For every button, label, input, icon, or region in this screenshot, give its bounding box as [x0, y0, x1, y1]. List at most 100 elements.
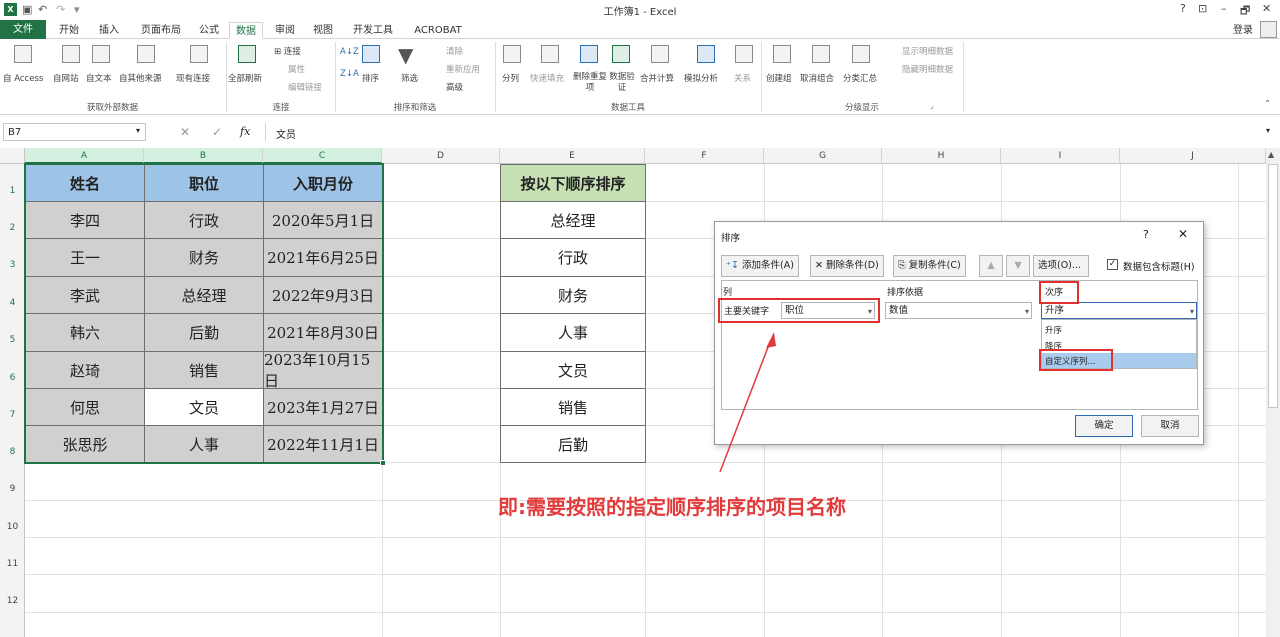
name-box[interactable]: B7 — [3, 123, 146, 141]
close-button[interactable]: ✕ — [1262, 2, 1271, 15]
table-cell[interactable]: 行政 — [144, 201, 264, 239]
row-header-3[interactable]: 3 — [0, 238, 25, 276]
copy-level-button[interactable]: ⎘ 复制条件(C) — [893, 255, 966, 277]
order-list-item[interactable]: 行政 — [500, 238, 646, 277]
tab-acrobat[interactable]: ACROBAT — [408, 22, 468, 39]
row-header-11[interactable]: 11 — [0, 537, 25, 574]
vertical-scrollbar[interactable]: ▲ — [1266, 148, 1280, 637]
order-list-item[interactable]: 销售 — [500, 388, 646, 426]
row-header-7[interactable]: 7 — [0, 388, 25, 425]
collapse-ribbon-icon[interactable]: ⌃ — [1264, 99, 1271, 109]
order-select[interactable]: 升序 ▾ — [1041, 302, 1197, 319]
hide-detail-button[interactable]: 隐藏明细数据 — [902, 63, 953, 75]
column-header-f[interactable]: F — [645, 148, 764, 164]
delete-level-button[interactable]: ✕ 删除条件(D) — [810, 255, 884, 277]
show-detail-button[interactable]: 显示明细数据 — [902, 45, 953, 57]
from-other-sources-button[interactable]: 自其他来源 — [119, 72, 162, 84]
table-cell[interactable]: 2023年1月27日 — [263, 388, 383, 426]
relationships-button[interactable]: 关系 — [734, 72, 751, 84]
group-button[interactable]: 创建组 — [766, 72, 792, 84]
row-header-12[interactable]: 12 — [0, 574, 25, 612]
column-header-b[interactable]: B — [144, 148, 263, 164]
order-list-item[interactable]: 后勤 — [500, 425, 646, 463]
cancel-button[interactable]: 取消 — [1141, 415, 1199, 437]
table-cell[interactable]: 2022年11月1日 — [263, 425, 383, 463]
properties-button[interactable]: 属性 — [288, 63, 305, 75]
advanced-filter-button[interactable]: 高级 — [446, 81, 463, 93]
cancel-icon[interactable]: ✕ — [180, 125, 190, 139]
formula-input[interactable]: 文员 — [265, 123, 1265, 141]
from-access-button[interactable]: 自 Access — [3, 72, 43, 84]
dialog-help-button[interactable]: ? — [1143, 228, 1149, 241]
row-header-1[interactable]: 1 — [0, 164, 25, 201]
row-header-2[interactable]: 2 — [0, 201, 25, 238]
order-list-item[interactable]: 财务 — [500, 276, 646, 314]
sort-button[interactable]: 排序 — [362, 72, 379, 84]
header-cell-month[interactable]: 入职月份 — [263, 164, 383, 202]
column-header-c[interactable]: C — [263, 148, 382, 164]
options-button[interactable]: 选项(O)... — [1033, 255, 1089, 277]
signin-link[interactable]: 登录 — [1228, 22, 1258, 39]
table-cell[interactable]: 销售 — [144, 351, 264, 389]
table-cell[interactable]: 韩六 — [25, 313, 145, 352]
row-header-10[interactable]: 10 — [0, 500, 25, 537]
sort-az-icon[interactable]: A↓Z — [340, 47, 359, 57]
data-validation-button[interactable]: 数据验证 — [606, 72, 638, 94]
remove-duplicates-button[interactable]: 删除重复项 — [573, 72, 607, 94]
table-cell[interactable]: 财务 — [144, 238, 264, 277]
table-cell[interactable]: 王一 — [25, 238, 145, 277]
table-cell[interactable]: 李四 — [25, 201, 145, 239]
tab-home[interactable]: 开始 — [52, 22, 86, 39]
clear-filter-button[interactable]: 清除 — [446, 45, 463, 57]
select-all-corner[interactable] — [0, 148, 25, 164]
column-header-e[interactable]: E — [500, 148, 645, 164]
tab-page-layout[interactable]: 页面布局 — [134, 22, 188, 39]
ok-button[interactable]: 确定 — [1075, 415, 1133, 437]
sort-on-select[interactable]: 数值 ▾ — [885, 302, 1032, 319]
table-cell[interactable]: 何思 — [25, 388, 145, 426]
column-header-j[interactable]: J — [1120, 148, 1266, 164]
from-web-button[interactable]: 自网站 — [53, 72, 79, 84]
move-down-button[interactable]: ▼ — [1006, 255, 1030, 277]
order-list-item[interactable]: 文员 — [500, 351, 646, 389]
minimize-button[interactable]: – — [1221, 2, 1227, 15]
subtotal-button[interactable]: 分类汇总 — [843, 72, 877, 84]
table-cell[interactable]: 人事 — [144, 425, 264, 463]
table-cell[interactable]: 张思彤 — [25, 425, 145, 463]
row-header-6[interactable]: 6 — [0, 351, 25, 388]
dialog-close-button[interactable]: ✕ — [1178, 227, 1188, 241]
table-cell[interactable]: 2021年6月25日 — [263, 238, 383, 277]
connections-button[interactable]: ⊞ 连接 — [274, 45, 301, 57]
scroll-up-icon[interactable]: ▲ — [1268, 150, 1274, 159]
move-up-button[interactable]: ▲ — [979, 255, 1003, 277]
reapply-button[interactable]: 重新应用 — [446, 63, 480, 75]
user-avatar-icon[interactable] — [1260, 21, 1277, 38]
tab-view[interactable]: 视图 — [308, 22, 338, 39]
table-cell[interactable]: 2021年8月30日 — [263, 313, 383, 352]
help-button[interactable]: ? — [1180, 2, 1186, 15]
order-list-item[interactable]: 总经理 — [500, 201, 646, 239]
row-header-8[interactable]: 8 — [0, 425, 25, 462]
column-header-g[interactable]: G — [764, 148, 882, 164]
table-cell[interactable]: 李武 — [25, 276, 145, 314]
column-header-i[interactable]: I — [1001, 148, 1120, 164]
row-header-5[interactable]: 5 — [0, 313, 25, 351]
sort-za-icon[interactable]: Z↓A — [340, 69, 359, 79]
edit-links-button[interactable]: 编辑链接 — [288, 81, 322, 93]
table-cell[interactable]: 后勤 — [144, 313, 264, 352]
from-text-button[interactable]: 自文本 — [86, 72, 112, 84]
order-list-item[interactable]: 人事 — [500, 313, 646, 352]
fill-handle[interactable] — [380, 460, 386, 466]
column-header-h[interactable]: H — [882, 148, 1001, 164]
header-cell-name[interactable]: 姓名 — [25, 164, 145, 202]
outline-dialog-launcher-icon[interactable]: ⌟ — [930, 101, 934, 111]
order-option-ascending[interactable]: 升序 — [1045, 324, 1062, 336]
header-cell-position[interactable]: 职位 — [144, 164, 264, 202]
order-list-header[interactable]: 按以下顺序排序 — [500, 164, 646, 202]
table-cell[interactable]: 赵琦 — [25, 351, 145, 389]
tab-data[interactable]: 数据 — [229, 22, 263, 39]
text-to-columns-button[interactable]: 分列 — [502, 72, 519, 84]
add-level-button[interactable]: ⁺↧ 添加条件(A) — [721, 255, 799, 277]
tab-formulas[interactable]: 公式 — [194, 22, 224, 39]
insert-function-button[interactable]: fx — [240, 125, 250, 138]
